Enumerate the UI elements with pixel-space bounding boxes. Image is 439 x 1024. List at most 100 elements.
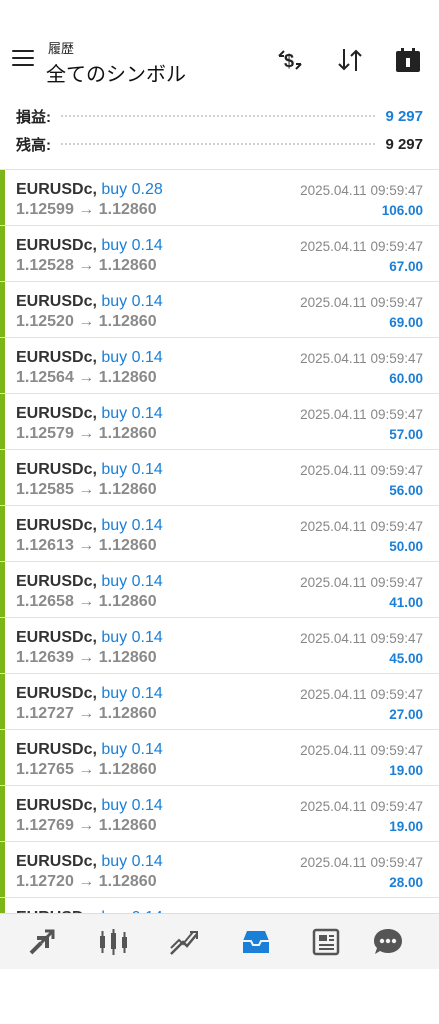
arrow-icon: → <box>78 425 95 442</box>
open-price: 1.12613 <box>16 537 74 554</box>
trade-symbol: EURUSDc, buy 0.14 <box>16 237 163 255</box>
arrow-icon: → <box>78 537 95 554</box>
trade-time: 2025.04.11 09:59:47 <box>300 295 423 310</box>
symbol-name: EURUSDc, <box>16 853 97 870</box>
symbol-name: EURUSDc, <box>16 237 97 254</box>
trade-row[interactable]: EURUSDc, buy 0.14 1.12585 → 1.12860 2025.0… <box>0 450 439 506</box>
menu-icon[interactable] <box>12 50 34 68</box>
trade-type: buy 0.14 <box>101 797 163 814</box>
trade-prices: 1.12720 → 1.12860 <box>16 873 157 891</box>
symbol-name: EURUSDc, <box>16 461 97 478</box>
trade-time: 2025.04.11 09:59:47 <box>300 743 423 758</box>
arrow-icon: → <box>78 649 95 666</box>
symbol-name: EURUSDc, <box>16 797 97 814</box>
profit-value: 9 297 <box>385 107 423 125</box>
symbol-name: EURUSDc, <box>16 685 97 702</box>
trade-prices: 1.12765 → 1.12860 <box>16 761 157 779</box>
trade-type: buy 0.14 <box>101 405 163 422</box>
page-title[interactable]: 全てのシンボル <box>46 58 186 87</box>
sort-icon[interactable] <box>333 44 367 76</box>
buy-indicator-bar <box>0 450 5 505</box>
buy-indicator-bar <box>0 282 5 337</box>
trade-time: 2025.04.11 09:59:47 <box>300 855 423 870</box>
close-price: 1.12860 <box>98 425 157 442</box>
arrow-icon: → <box>78 481 95 498</box>
buy-indicator-bar <box>0 898 5 913</box>
dotted-leader <box>61 143 376 145</box>
trade-row[interactable]: EURUSDc, buy 0.141.12700 → 1.128602025.0… <box>0 898 439 913</box>
trade-time: 2025.04.11 09:59:47 <box>300 239 423 254</box>
buy-indicator-bar <box>0 562 5 617</box>
quotes-icon[interactable] <box>26 926 58 958</box>
trade-prices: 1.12658 → 1.12860 <box>16 593 157 611</box>
chart-icon[interactable] <box>98 926 130 958</box>
trade-icon[interactable] <box>168 926 200 958</box>
close-price: 1.12860 <box>98 313 157 330</box>
close-price: 1.12860 <box>98 705 157 722</box>
trade-prices: 1.12613 → 1.12860 <box>16 537 157 555</box>
trade-prices: 1.12579 → 1.12860 <box>16 425 157 443</box>
trade-profit: 41.00 <box>389 595 423 610</box>
arrow-icon: → <box>78 593 95 610</box>
symbol-name: EURUSDc, <box>16 517 97 534</box>
buy-indicator-bar <box>0 674 5 729</box>
trade-time: 2025.04.11 09:59:47 <box>300 351 423 366</box>
trade-symbol: EURUSDc, buy 0.14 <box>16 405 163 423</box>
trade-row[interactable]: EURUSDc, buy 0.14 1.12579 → 1.12860 2025.0… <box>0 394 439 450</box>
messages-icon[interactable] <box>372 926 404 958</box>
trade-row[interactable]: EURUSDc, buy 0.14 1.12564 → 1.12860 2025.0… <box>0 338 439 394</box>
trade-type: buy 0.14 <box>101 461 163 478</box>
trade-type: buy 0.14 <box>101 629 163 646</box>
arrow-icon: → <box>78 761 95 778</box>
trade-prices: 1.12520 → 1.12860 <box>16 313 157 331</box>
news-icon[interactable] <box>310 926 342 958</box>
trade-symbol: EURUSDc, buy 0.14 <box>16 685 163 703</box>
trade-row[interactable]: EURUSDc, buy 0.14 1.12765 → 1.12860 2025.0… <box>0 730 439 786</box>
close-price: 1.12860 <box>98 817 157 834</box>
trade-type: buy 0.14 <box>101 741 163 758</box>
trade-type: buy 0.28 <box>101 181 163 198</box>
trade-time: 2025.04.11 09:59:47 <box>300 687 423 702</box>
trade-row[interactable]: EURUSDc, buy 0.14 1.12720 → 1.12860 2025.0… <box>0 842 439 898</box>
buy-indicator-bar <box>0 338 5 393</box>
arrow-icon: → <box>78 873 95 890</box>
calendar-icon[interactable] <box>391 44 425 76</box>
dollar-exchange-icon[interactable]: $ <box>273 44 307 76</box>
trade-row[interactable]: EURUSDc, buy 0.28 1.12599 → 1.12860 2025.0… <box>0 170 439 226</box>
arrow-icon: → <box>78 369 95 386</box>
trade-type: buy 0.14 <box>101 685 163 702</box>
trade-row[interactable]: EURUSDc, buy 0.14 1.12769 → 1.12860 2025.0… <box>0 786 439 842</box>
close-price: 1.12860 <box>98 257 157 274</box>
symbol-name: EURUSDc, <box>16 293 97 310</box>
trade-row[interactable]: EURUSDc, buy 0.14 1.12520 → 1.12860 2025.0… <box>0 282 439 338</box>
trade-row[interactable]: EURUSDc, buy 0.14 1.12528 → 1.12860 2025.0… <box>0 226 439 282</box>
balance-label: 残高: <box>16 136 51 154</box>
open-price: 1.12720 <box>16 873 74 890</box>
trade-profit: 106.00 <box>381 203 423 218</box>
trade-row[interactable]: EURUSDc, buy 0.14 1.12727 → 1.12860 2025.0… <box>0 674 439 730</box>
close-price: 1.12860 <box>98 761 157 778</box>
trade-profit: 60.00 <box>389 371 423 386</box>
trade-time: 2025.04.11 09:59:47 <box>300 799 423 814</box>
trade-time: 2025.04.11 09:59:47 <box>300 183 423 198</box>
close-price: 1.12860 <box>98 593 157 610</box>
trade-time: 2025.04.11 09:59:47 <box>300 463 423 478</box>
trade-row[interactable]: EURUSDc, buy 0.14 1.12613 → 1.12860 2025.0… <box>0 506 439 562</box>
trade-prices: 1.12769 → 1.12860 <box>16 817 157 835</box>
open-price: 1.12658 <box>16 593 74 610</box>
trade-row[interactable]: EURUSDc, buy 0.14 1.12639 → 1.12860 2025.0… <box>0 618 439 674</box>
trade-symbol: EURUSDc, buy 0.14 <box>16 461 163 479</box>
blank-area <box>0 969 439 1024</box>
trade-prices: 1.12528 → 1.12860 <box>16 257 157 275</box>
trade-row[interactable]: EURUSDc, buy 0.14 1.12658 → 1.12860 2025.0… <box>0 562 439 618</box>
trade-symbol: EURUSDc, buy 0.28 <box>16 181 163 199</box>
trade-profit: 69.00 <box>389 315 423 330</box>
symbol-name: EURUSDc, <box>16 349 97 366</box>
symbol-name: EURUSDc, <box>16 741 97 758</box>
trade-symbol: EURUSDc, buy 0.14 <box>16 573 163 591</box>
trade-history-list[interactable]: EURUSDc, buy 0.28 1.12599 → 1.12860 2025.0… <box>0 169 439 913</box>
history-icon[interactable] <box>240 926 272 958</box>
trade-prices: 1.12585 → 1.12860 <box>16 481 157 499</box>
buy-indicator-bar <box>0 506 5 561</box>
trade-type: buy 0.14 <box>101 573 163 590</box>
